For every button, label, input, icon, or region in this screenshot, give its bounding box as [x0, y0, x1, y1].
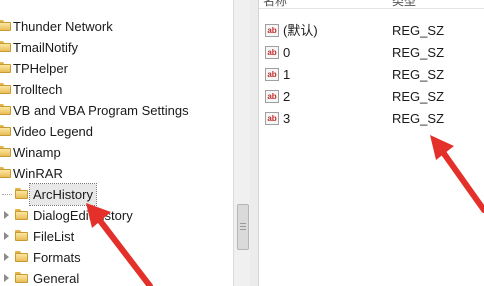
tree-scrollbar[interactable]: [233, 0, 251, 286]
value-type: REG_SZ: [392, 111, 445, 126]
string-value-icon: ab: [265, 68, 279, 81]
value-name: 2: [283, 89, 291, 104]
expand-arrow-icon[interactable]: [4, 211, 9, 219]
value-type: REG_SZ: [392, 23, 445, 38]
folder-icon: [0, 125, 11, 136]
string-value-icon: ab: [265, 90, 279, 103]
folder-icon: [15, 188, 28, 199]
value-name: 0: [283, 45, 291, 60]
value-row[interactable]: ab (默认) REG_SZ: [259, 20, 484, 42]
folder-icon: [15, 251, 28, 262]
string-value-icon: ab: [265, 112, 279, 125]
folder-icon: [0, 167, 11, 178]
tree-item-label: TPHelper: [13, 61, 68, 76]
tree-item-label: DialogEditHistory: [33, 208, 133, 223]
grip-line: [240, 226, 246, 227]
registry-values-pane: 名称 类型 ab (默认) REG_SZ ab 0 REG_SZ ab 1 RE…: [259, 0, 484, 286]
expand-arrow-icon[interactable]: [4, 232, 9, 240]
folder-icon: [0, 41, 11, 52]
value-row[interactable]: ab 1 REG_SZ: [259, 64, 484, 86]
tree-item-label: General: [33, 271, 80, 286]
tree-item-label: FileList: [33, 229, 75, 244]
value-row[interactable]: ab 0 REG_SZ: [259, 42, 484, 64]
value-row[interactable]: ab 2 REG_SZ: [259, 86, 484, 108]
values-list-header: 名称 类型: [259, 0, 484, 9]
value-name: 1: [283, 67, 291, 82]
tree-item-label: Video Legend: [13, 124, 94, 139]
string-value-icon: ab: [265, 24, 279, 37]
folder-icon: [15, 272, 28, 283]
folder-icon: [15, 209, 28, 220]
string-value-icon: ab: [265, 46, 279, 59]
folder-icon: [0, 20, 11, 31]
folder-icon: [0, 104, 11, 115]
tree-item-label: Formats: [33, 250, 81, 265]
tree-item-label: VB and VBA Program Settings: [13, 103, 189, 118]
expand-arrow-icon[interactable]: [4, 253, 9, 261]
pane-splitter[interactable]: [250, 0, 259, 286]
value-type: REG_SZ: [392, 89, 445, 104]
folder-icon: [0, 62, 11, 73]
tree-item-label: TmailNotify: [13, 40, 79, 55]
value-name: 3: [283, 111, 291, 126]
tree-item-label: Trolltech: [13, 82, 63, 97]
grip-line: [240, 223, 246, 224]
value-type: REG_SZ: [392, 45, 445, 60]
tree-connector: [2, 194, 12, 195]
folder-icon: [15, 230, 28, 241]
grip-line: [240, 229, 246, 230]
column-header-name[interactable]: 名称: [263, 0, 287, 9]
tree-item-label: Thunder Network: [13, 19, 113, 34]
column-header-type[interactable]: 类型: [392, 0, 416, 9]
tree-item-label: ArcHistory: [29, 183, 97, 206]
value-name: (默认): [283, 23, 318, 38]
value-type: REG_SZ: [392, 67, 445, 82]
value-row[interactable]: ab 3 REG_SZ: [259, 108, 484, 130]
tree-item-label: Winamp: [13, 145, 61, 160]
expand-arrow-icon[interactable]: [4, 274, 9, 282]
registry-tree-pane: Thunder Network TmailNotify TPHelper Tro…: [0, 0, 234, 286]
folder-icon: [0, 146, 11, 157]
tree-item-label: WinRAR: [13, 166, 63, 181]
scrollbar-thumb[interactable]: [237, 204, 249, 250]
folder-icon: [0, 83, 11, 94]
